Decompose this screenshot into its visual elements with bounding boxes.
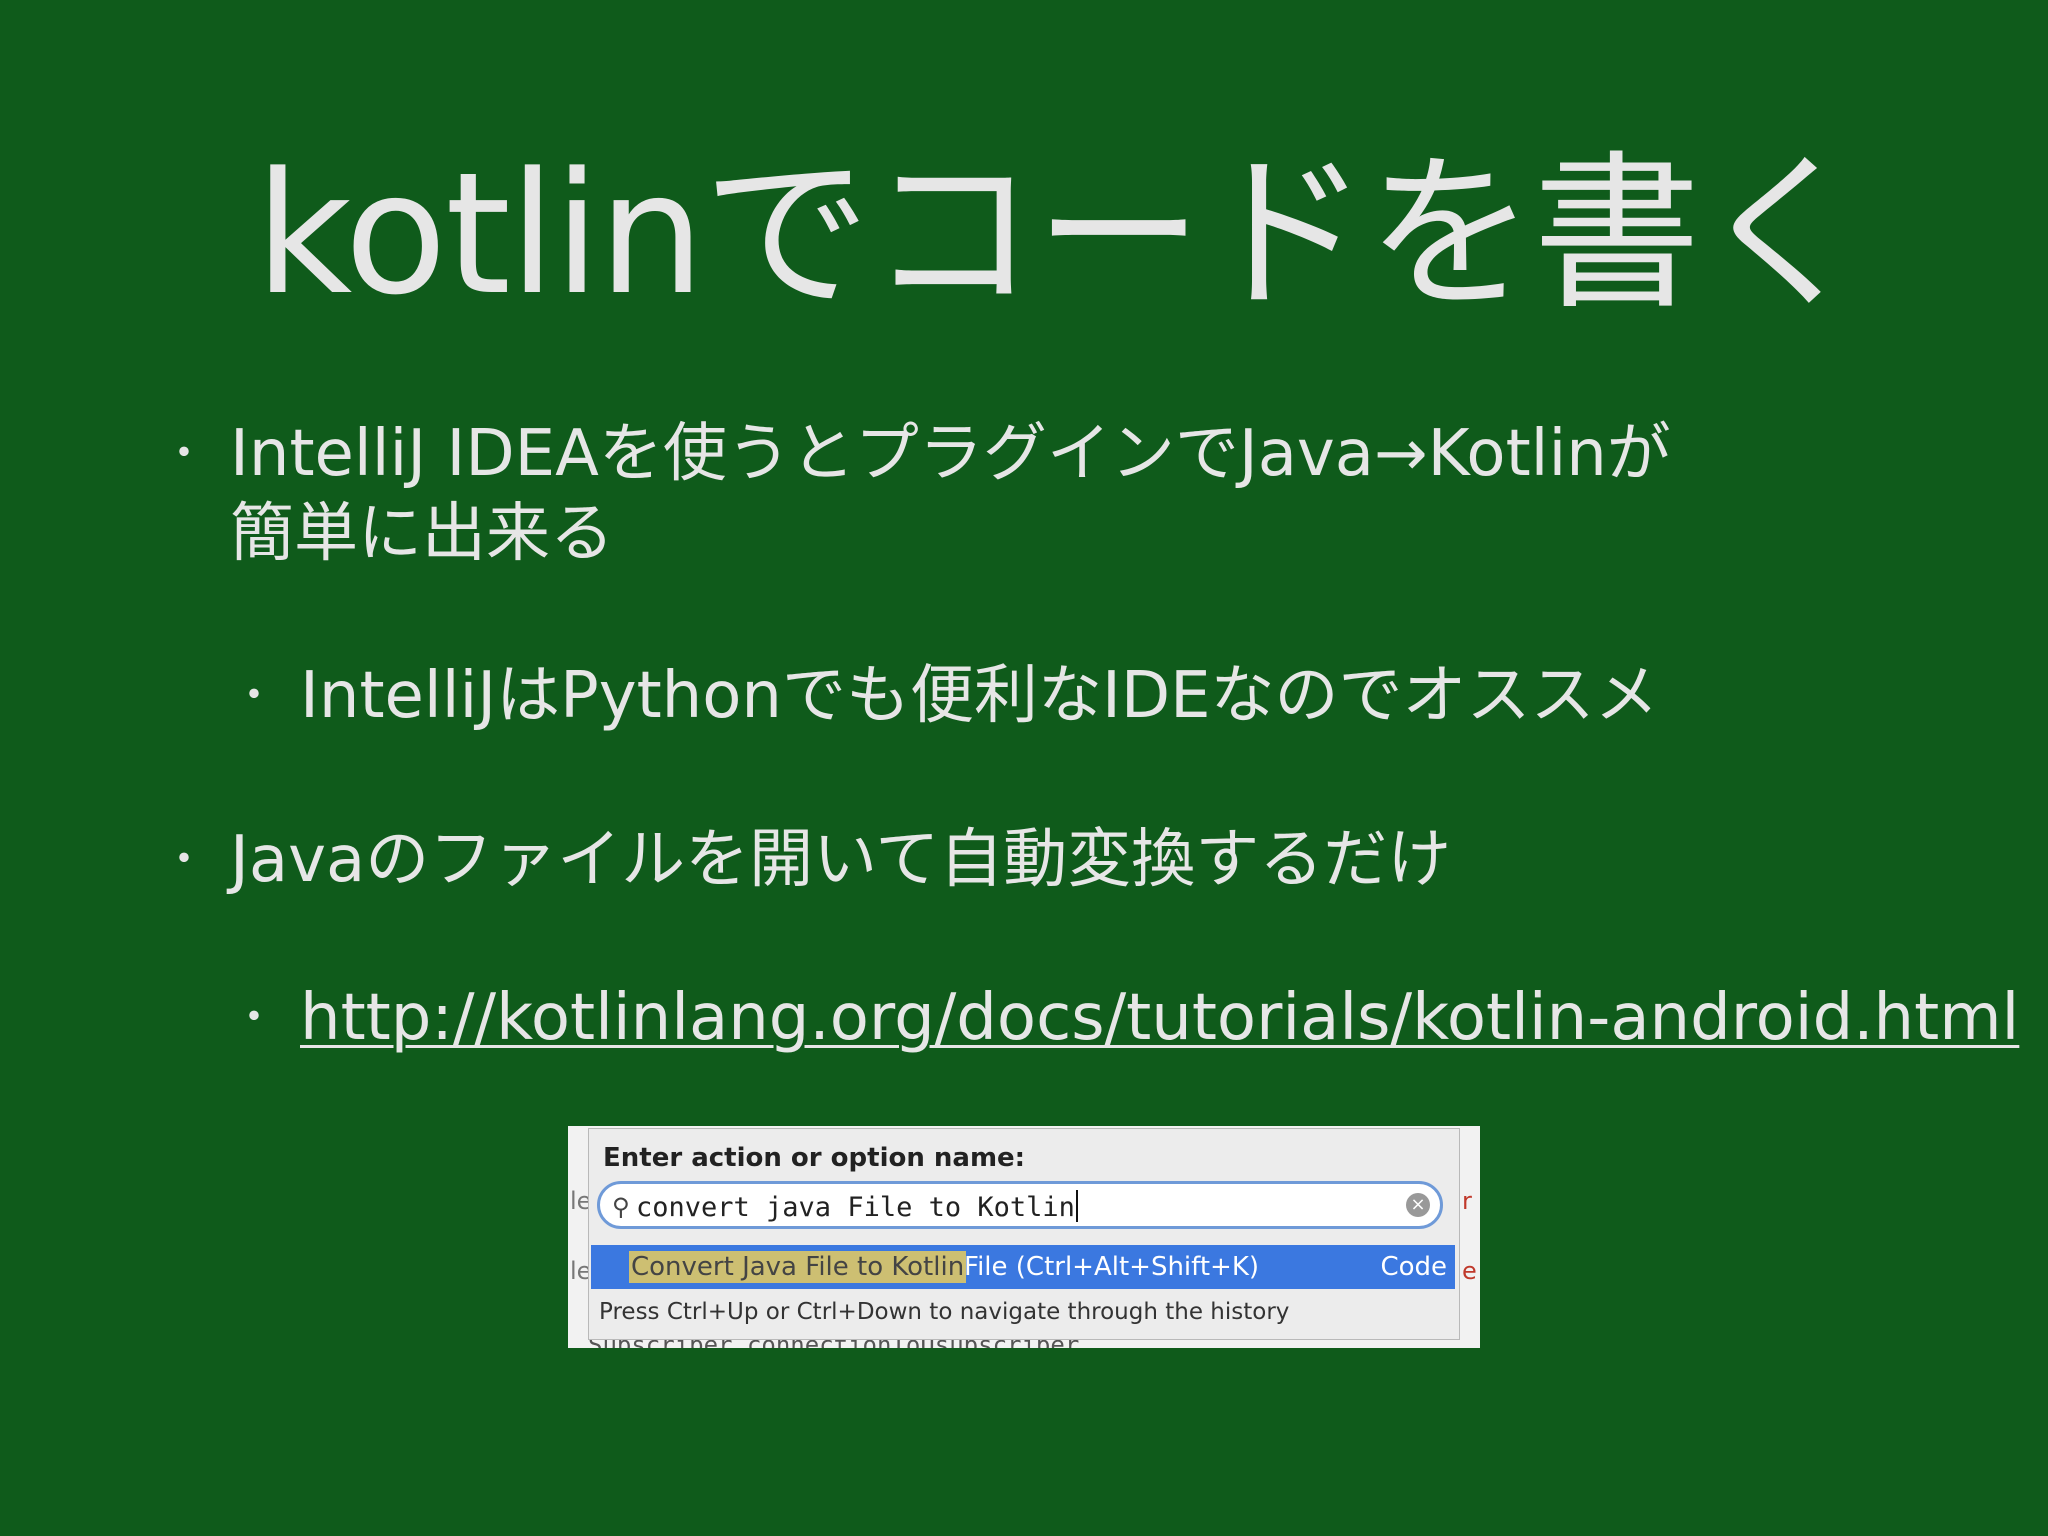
bullet-dot: ・ [232, 992, 276, 1043]
slide-title: kotlinでコードを書く [255, 136, 1867, 332]
text-caret [1075, 1190, 1078, 1222]
result-match-highlight: Convert Java File to Kotlin [629, 1251, 967, 1283]
find-action-popup: Enter action or option name: ⚲ convert j… [588, 1128, 1460, 1340]
search-icon: ⚲ [612, 1193, 630, 1221]
slide: kotlinでコードを書く ・ IntelliJ IDEAを使うとプラグインでJ… [0, 0, 2048, 1536]
bullet-text: IntelliJはPythonでも便利なIDEなのでオススメ [300, 659, 1659, 733]
bullet-intellij-python: ・ IntelliJはPythonでも便利なIDEなのでオススメ [232, 656, 1659, 736]
action-search-input[interactable]: convert java File to Kotlin [636, 1190, 1078, 1223]
history-hint: Press Ctrl+Up or Ctrl+Down to navigate t… [599, 1299, 1290, 1325]
bullet-text-line2: 簡単に出来る [230, 497, 614, 571]
bullet-java-convert: ・ Javaのファイルを開いて自動変換するだけ [162, 820, 1452, 900]
bullet-text-line1: IntelliJ IDEAを使うとプラグインでJava→Kotlinが [230, 417, 1671, 491]
bullet-dot: ・ [162, 428, 206, 479]
action-prompt-label: Enter action or option name: [603, 1143, 1026, 1173]
bullet-tutorial-link: ・ http://kotlinlang.org/docs/tutorials/k… [232, 978, 2019, 1058]
editor-edge-right: re [1462, 1187, 1477, 1285]
clear-icon[interactable]: × [1406, 1193, 1430, 1217]
result-shortcut: File (Ctrl+Alt+Shift+K) [964, 1252, 1260, 1282]
bullet-text: Javaのファイルを開いて自動変換するだけ [230, 823, 1452, 897]
editor-edge-left: le le [570, 1187, 592, 1285]
action-search-field[interactable]: ⚲ convert java File to Kotlin × [597, 1181, 1443, 1229]
bullet-dot: ・ [232, 670, 276, 721]
ide-screenshot: lele re Subscriber connectionToUsubscrib… [568, 1126, 1480, 1348]
bullet-dot: ・ [162, 834, 206, 885]
tutorial-link[interactable]: http://kotlinlang.org/docs/tutorials/kot… [300, 981, 2019, 1055]
result-group: Code [1380, 1252, 1447, 1282]
bullet-intellij-plugin: ・ IntelliJ IDEAを使うとプラグインでJava→Kotlinが 簡単… [162, 414, 1671, 574]
action-result-item[interactable]: Convert Java File to Kotlin File (Ctrl+A… [591, 1245, 1455, 1289]
